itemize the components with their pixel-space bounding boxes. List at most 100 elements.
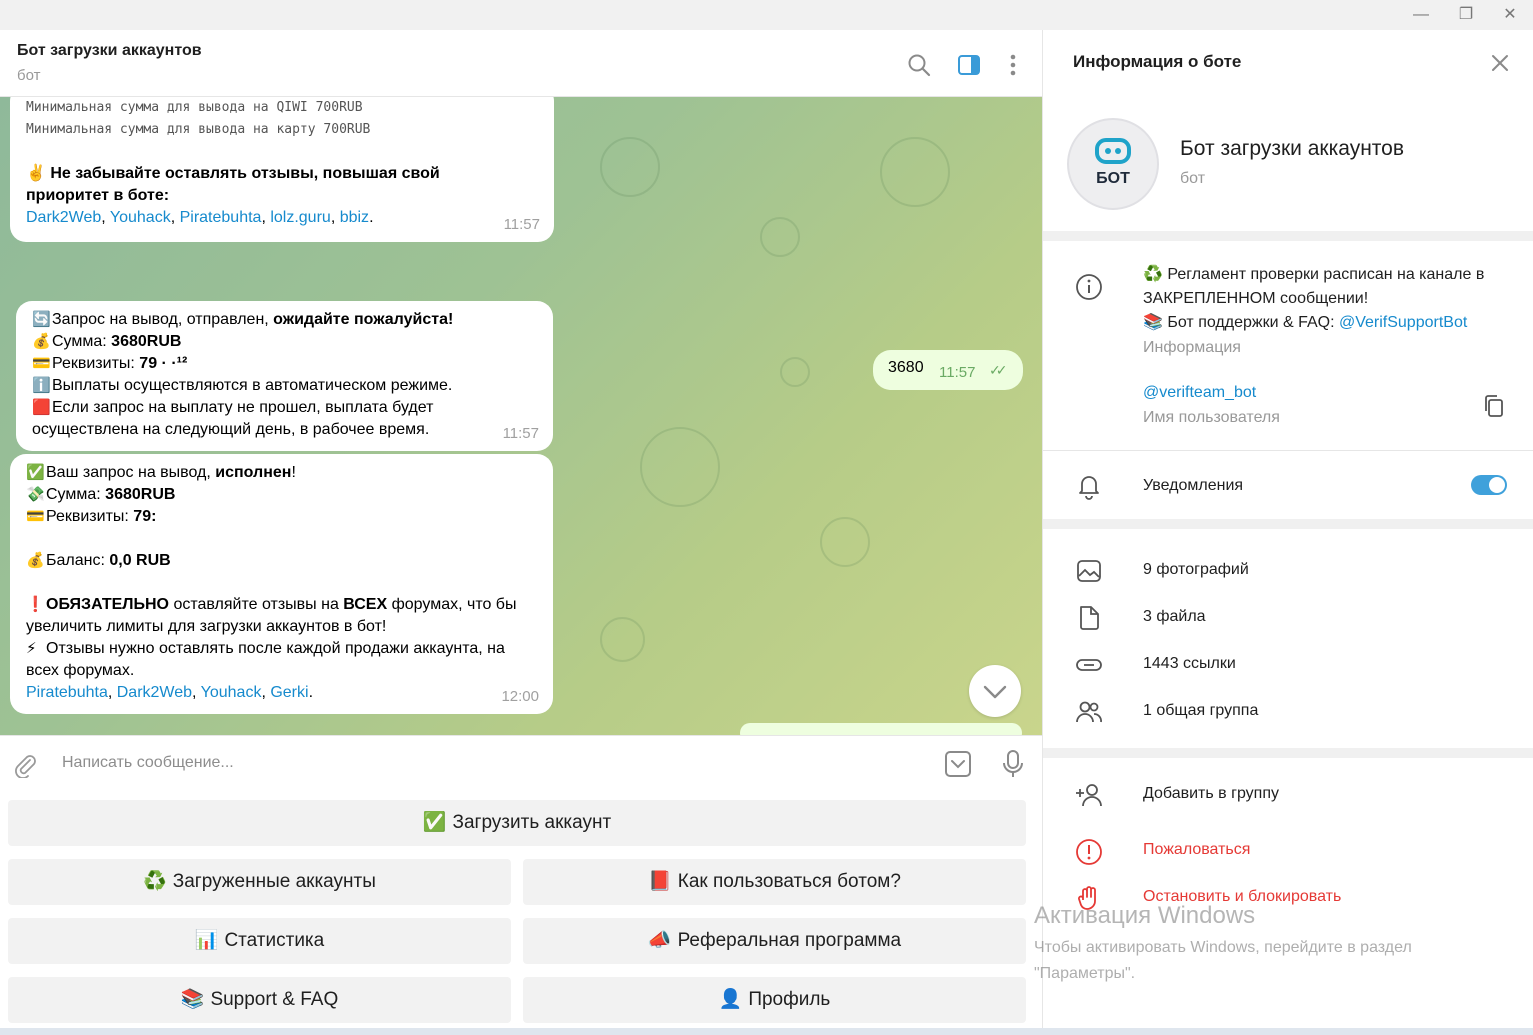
username-link[interactable]: @verifteam_bot [1143,381,1256,405]
link-bbiz[interactable]: bbiz [340,209,369,226]
link-piratebuhta[interactable]: Piratebuhta [26,684,108,701]
how-to-use-button[interactable]: 📕 Как пользоваться ботом? [523,859,1026,905]
outgoing-message-bubble[interactable]: 3680 11:57 ✓✓ [873,350,1023,390]
minimize-button[interactable]: — [1406,4,1436,26]
wallpaper-doodle [600,137,660,197]
link-youhack[interactable]: Youhack [110,209,171,226]
close-icon[interactable] [1487,50,1513,76]
message-text: ℹ️Выплаты осуществляются в автоматическо… [32,375,537,397]
referral-program-button[interactable]: 📣 Реферальная программа [523,918,1026,964]
profile-button[interactable]: 👤 Профиль [523,977,1026,1023]
message-text: ✌️ Не забывайте оставлять отзывы, повыша… [26,165,440,204]
message-bubble-withdraw-completed[interactable]: ✅Ваш запрос на вывод, исполнен! 💸Сумма: … [10,454,553,714]
support-faq-button[interactable]: 📚 Support & FAQ [8,977,511,1023]
wallpaper-doodle [760,217,800,257]
chat-subtitle: бот [17,67,41,84]
money-wings-emoji-icon: 💸 [26,486,45,503]
bot-name: Бот загрузки аккаунтов [1180,137,1405,160]
window-close-button[interactable]: ✕ [1495,4,1525,26]
chat-history[interactable]: Минимальная сумма для вывода на QIWI 700… [0,97,1042,735]
message-time: 12:00 [501,688,539,705]
wallpaper-doodle [780,357,810,387]
bot-description: ♻️ Регламент проверки расписан на канале… [1143,266,1485,331]
upload-account-button[interactable]: ✅ Загрузить аккаунт [8,800,1026,846]
chart-emoji-icon: 📊 [194,930,219,951]
common-groups[interactable]: 1 общая группа [1143,699,1258,723]
message-text: 3680 [888,359,924,376]
books-emoji-icon: 📚 [180,989,205,1010]
link-lolz[interactable]: lolz.guru [270,209,330,226]
windows-activation-text: Чтобы активировать Windows, перейдите в … [1034,939,1412,982]
chat-title[interactable]: Бот загрузки аккаунтов [17,42,202,60]
megaphone-emoji-icon: 📣 [647,930,672,951]
red-square-emoji-icon: 🟥 [32,399,51,416]
message-input[interactable]: Написать сообщение... [62,754,234,772]
username-label: Имя пользователя [1143,409,1280,426]
section-divider [1043,231,1533,241]
photo-icon [1077,560,1101,582]
panel-title: Информация о боте [1073,52,1242,71]
divider-line [1043,450,1533,451]
support-bot-link[interactable]: @VerifSupportBot [1339,314,1467,331]
forum-links: Dark2Web, Youhack, Piratebuhta, lolz.gur… [26,209,374,226]
sidebar-toggle-icon[interactable] [956,52,982,78]
link-dark2web[interactable]: Dark2Web [117,684,192,701]
statistics-button[interactable]: 📊 Статистика [8,918,511,964]
money-bag-emoji-icon: 💰 [26,552,45,569]
money-bag-emoji-icon: 💰 [32,333,51,350]
bot-type: бот [1180,170,1206,187]
microphone-icon[interactable] [1000,749,1026,779]
taskbar-edge [0,1028,1533,1035]
media-files[interactable]: 3 файла [1143,605,1206,629]
paperclip-icon[interactable] [12,752,38,778]
wallpaper-doodle [600,617,645,662]
victory-emoji-icon: ✌️ [26,165,46,182]
section-divider [1043,748,1533,758]
bot-reply-keyboard: ✅ Загрузить аккаунт ♻️ Загруженные аккаунт… [0,792,1042,1035]
wallpaper-doodle [820,517,870,567]
forum-links: Piratebuhta, Dark2Web, Youhack, Gerki. [26,684,314,701]
search-icon[interactable] [906,52,932,78]
restore-button[interactable]: ❐ [1451,4,1481,26]
section-divider [1043,519,1533,529]
link-piratebuhta[interactable]: Piratebuhta [180,209,262,226]
group-icon [1076,701,1102,723]
avatar[interactable]: БОТ [1067,118,1159,210]
message-bubble-withdraw-request[interactable]: 🔄Запрос на вывод, отправлен, ожидайте по… [16,301,553,451]
message-text: Минимальная сумма для вывода на QIWI 700… [26,100,363,115]
media-links[interactable]: 1443 ссылки [1143,652,1236,676]
bot-info-panel: Информация о боте БОТ Бот загрузки аккау… [1042,30,1533,1035]
card-emoji-icon: 💳 [32,355,51,372]
robot-icon [1095,138,1131,164]
message-text: 💰Баланс: 0,0 RUB [26,550,537,572]
notifications-toggle[interactable] [1471,475,1507,495]
uploaded-accounts-button[interactable]: ♻️ Загруженные аккаунты [8,859,511,905]
windows-activation-title: Активация Windows [1034,902,1256,929]
message-time: 11:57 [502,425,539,442]
more-options-icon[interactable] [1000,52,1026,78]
wallpaper-doodle [640,427,720,507]
link-gerki[interactable]: Gerki [270,684,308,701]
message-time: 11:57 [939,364,976,381]
refresh-emoji-icon: 🔄 [32,311,51,328]
media-photos[interactable]: 9 фотографий [1143,558,1249,582]
copy-icon[interactable] [1483,394,1505,418]
chevron-down-icon [983,685,1007,699]
message-text: 💳Реквизиты: 79 · ·¹² [32,353,537,375]
message-bubble-rules[interactable]: Минимальная сумма для вывода на QIWI 700… [10,97,554,242]
message-text: ❗ОБЯЗАТЕЛЬНО оставляйте отзывы на ВСЕХ ф… [26,596,517,635]
notifications-label: Уведомления [1143,477,1244,494]
card-emoji-icon: 💳 [26,508,45,525]
message-text: 💸Сумма: 3680RUB [26,484,537,506]
message-text: 💳Реквизиты: 79: [26,506,537,528]
link-youhack[interactable]: Youhack [201,684,262,701]
bot-keyboard-icon[interactable] [943,749,973,779]
check-emoji-icon: ✅ [26,464,45,481]
link-dark2web[interactable]: Dark2Web [26,209,101,226]
add-user-icon [1076,784,1102,807]
report-button[interactable]: Пожаловаться [1143,841,1250,859]
partial-message-bubble[interactable] [740,723,1022,735]
message-text: ✅Ваш запрос на вывод, исполнен! [26,462,537,484]
add-to-group-button[interactable]: Добавить в группу [1143,782,1279,806]
scroll-down-button[interactable] [969,665,1021,717]
